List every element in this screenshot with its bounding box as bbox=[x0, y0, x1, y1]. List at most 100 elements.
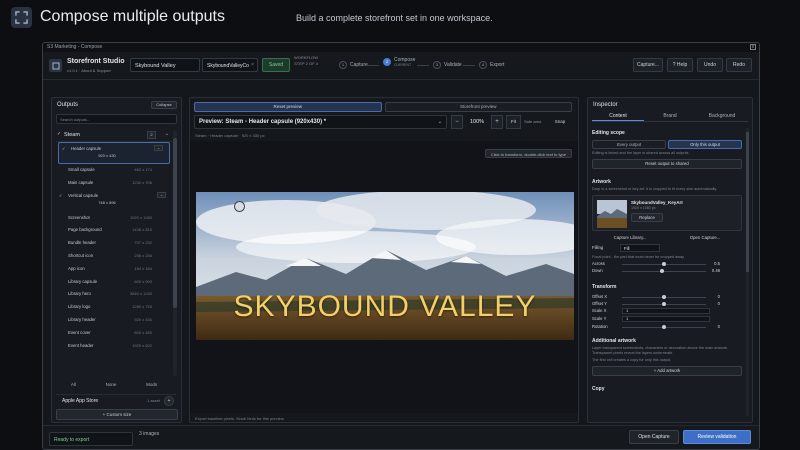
preview-output-select[interactable]: Preview: Steam - Header capsule (920x430… bbox=[194, 115, 447, 129]
collapse-button[interactable]: Collapse bbox=[151, 101, 177, 109]
step-export[interactable]: 4 Export bbox=[479, 61, 504, 69]
art-title-text[interactable]: SKYBOUND VALLEY bbox=[196, 290, 574, 324]
chevron-down-icon[interactable]: ⌄ bbox=[165, 131, 169, 137]
chevron-down-icon[interactable]: ⌄ bbox=[438, 119, 442, 125]
output-header-capsule[interactable]: ✓ Header capsule ⌄ 920 x 430 bbox=[58, 142, 170, 164]
add-artwork-button[interactable]: + Add artwork bbox=[592, 366, 742, 376]
check-icon[interactable]: ✓ bbox=[57, 131, 61, 137]
app-version-link[interactable]: v1.0.1 · About & Support bbox=[67, 68, 111, 73]
artwork-image[interactable]: SKYBOUND VALLEY bbox=[196, 192, 574, 340]
expand-icon[interactable]: ⌄ bbox=[157, 191, 166, 198]
add-icon[interactable]: + bbox=[164, 396, 174, 406]
scroll-thumb[interactable] bbox=[746, 132, 749, 272]
output-small-capsule[interactable]: Small capsule 462 x 174 bbox=[56, 164, 172, 177]
scope-only-button[interactable]: Only this output bbox=[668, 140, 742, 149]
filling-select[interactable]: Fill bbox=[620, 244, 660, 252]
expand-icon[interactable]: ⌄ bbox=[154, 145, 163, 151]
capture-button[interactable]: Capture... bbox=[633, 58, 663, 72]
zoom-in-button[interactable]: + bbox=[491, 115, 503, 129]
saved-button[interactable]: Saved bbox=[262, 58, 290, 72]
reset-output-button[interactable]: Reset output to shared bbox=[592, 159, 742, 169]
output-page-background[interactable]: Page background 1438 x 810 bbox=[56, 224, 172, 237]
output-app-icon[interactable]: App icon 184 x 184 bbox=[56, 263, 172, 276]
replace-button[interactable]: Replace bbox=[631, 213, 663, 222]
project-slug-input[interactable]: SkyboundValleyCo × bbox=[202, 58, 258, 72]
tab-background[interactable]: Background bbox=[696, 112, 748, 121]
open-capture-link[interactable]: Open Capture... bbox=[690, 235, 721, 240]
output-library-capsule[interactable]: Library capsule 600 x 900 bbox=[56, 276, 172, 289]
output-label: Main capsule bbox=[68, 179, 94, 185]
safe-area-toggle[interactable]: Safe area bbox=[524, 119, 541, 124]
custom-size-button[interactable]: + Custom size bbox=[56, 409, 178, 420]
slider-knob[interactable] bbox=[662, 262, 666, 266]
fit-button[interactable]: Fit bbox=[506, 115, 521, 129]
check-icon[interactable]: ✓ bbox=[62, 146, 65, 151]
output-dim: 1232 x 706 bbox=[132, 179, 152, 185]
undo-button[interactable]: Undo bbox=[697, 58, 723, 72]
compose-logo-icon bbox=[11, 7, 32, 28]
offset-x-slider[interactable]: Offset X 0 bbox=[592, 294, 742, 300]
inspector-scrollbar[interactable] bbox=[746, 128, 749, 416]
project-slug-value: SkyboundValleyCo bbox=[207, 63, 249, 69]
inspector-body: Editing scope Every output Only this out… bbox=[592, 126, 742, 420]
output-library-hero[interactable]: Library hero 3840 x 1240 bbox=[56, 288, 172, 301]
select-mods-button[interactable]: Mods bbox=[146, 382, 157, 392]
output-library-header[interactable]: Library header 920 x 430 bbox=[56, 314, 172, 327]
open-capture-button[interactable]: Open Capture bbox=[629, 430, 679, 444]
output-event-cover[interactable]: Event cover 800 x 450 bbox=[56, 327, 172, 340]
across-value: 0.5 bbox=[714, 261, 720, 266]
workflow-label: WORKFLOW STEP 2 OF 4 bbox=[294, 55, 318, 67]
output-vertical-capsule[interactable]: ✓ Vertical capsule ⌄ 748 x 896 bbox=[56, 190, 172, 212]
output-main-capsule[interactable]: Main capsule 1232 x 706 bbox=[56, 177, 172, 190]
review-validation-button[interactable]: Review validation bbox=[683, 430, 751, 444]
slider-knob[interactable] bbox=[662, 295, 666, 299]
zoom-out-button[interactable]: − bbox=[451, 115, 463, 129]
select-all-button[interactable]: All bbox=[71, 382, 76, 392]
slider-track[interactable] bbox=[622, 271, 706, 272]
rotation-slider[interactable]: Rotation 0 bbox=[592, 324, 742, 330]
group-steam[interactable]: ✓ Steam 2 ⌄ bbox=[56, 128, 172, 142]
slider-knob[interactable] bbox=[660, 269, 665, 273]
step-divider bbox=[463, 65, 475, 66]
step-capture[interactable]: 1 Capture bbox=[339, 61, 368, 69]
group-name: Apple App Store bbox=[62, 398, 99, 404]
tab-storefront-preview[interactable]: Storefront preview bbox=[384, 102, 572, 112]
slider-knob[interactable] bbox=[662, 325, 666, 329]
outputs-scrollbar[interactable] bbox=[173, 130, 177, 376]
slider-knob[interactable] bbox=[662, 302, 666, 306]
close-icon[interactable]: x bbox=[750, 44, 756, 50]
group-apple-app-store[interactable]: Apple App Store 1 asset + bbox=[56, 394, 176, 406]
search-outputs-input[interactable]: Search outputs... bbox=[56, 114, 177, 124]
capture-library-button[interactable]: Capture Library... bbox=[614, 235, 647, 240]
snap-toggle[interactable]: Snap bbox=[550, 115, 570, 129]
project-name-input[interactable]: Skybound Valley bbox=[130, 58, 200, 72]
output-event-header[interactable]: Event header 1920 x 622 bbox=[56, 340, 172, 353]
output-library-logo[interactable]: Library logo 1280 x 720 bbox=[56, 301, 172, 314]
step-validate[interactable]: 3 Validate bbox=[433, 61, 462, 69]
offset-y-label: Offset Y bbox=[592, 301, 607, 306]
scale-x-input[interactable]: 1 bbox=[622, 308, 710, 314]
tab-brand[interactable]: Brand bbox=[644, 112, 696, 121]
status-badge: Ready to export bbox=[49, 432, 133, 446]
output-bundle-header[interactable]: Bundle header 707 x 232 bbox=[56, 237, 172, 250]
clear-icon[interactable]: × bbox=[251, 62, 254, 68]
scope-every-button[interactable]: Every output bbox=[592, 140, 666, 149]
across-slider[interactable]: Across 0.5 bbox=[592, 261, 742, 267]
preview-canvas[interactable]: Click to transform, double-click text to… bbox=[190, 141, 578, 413]
down-slider[interactable]: Down 0.48 bbox=[592, 268, 742, 274]
output-shortcut-icon[interactable]: Shortcut icon 256 x 256 bbox=[56, 250, 172, 263]
preview-bar: Preview: Steam - Header capsule (920x430… bbox=[194, 115, 572, 129]
check-icon[interactable]: ✓ bbox=[59, 193, 62, 198]
help-button[interactable]: ? Help bbox=[667, 58, 693, 72]
scale-y-input[interactable]: 1 bbox=[622, 316, 710, 322]
redo-button[interactable]: Redo bbox=[726, 58, 752, 72]
scroll-thumb[interactable] bbox=[173, 138, 177, 308]
window-titlebar: S3 Marketing - Compose x bbox=[43, 43, 759, 52]
select-none-button[interactable]: None bbox=[106, 382, 117, 392]
output-screenshot[interactable]: Screenshot 1920 x 1080 bbox=[56, 212, 172, 225]
preview-title: Preview: Steam - Header capsule (920x430… bbox=[199, 119, 323, 125]
offset-y-slider[interactable]: Offset Y 0 bbox=[592, 301, 742, 307]
step-compose[interactable]: 2 Compose CURRENT bbox=[383, 57, 415, 67]
tab-content[interactable]: Content bbox=[592, 112, 644, 121]
tab-reset-preview[interactable]: Reset preview bbox=[194, 102, 382, 112]
